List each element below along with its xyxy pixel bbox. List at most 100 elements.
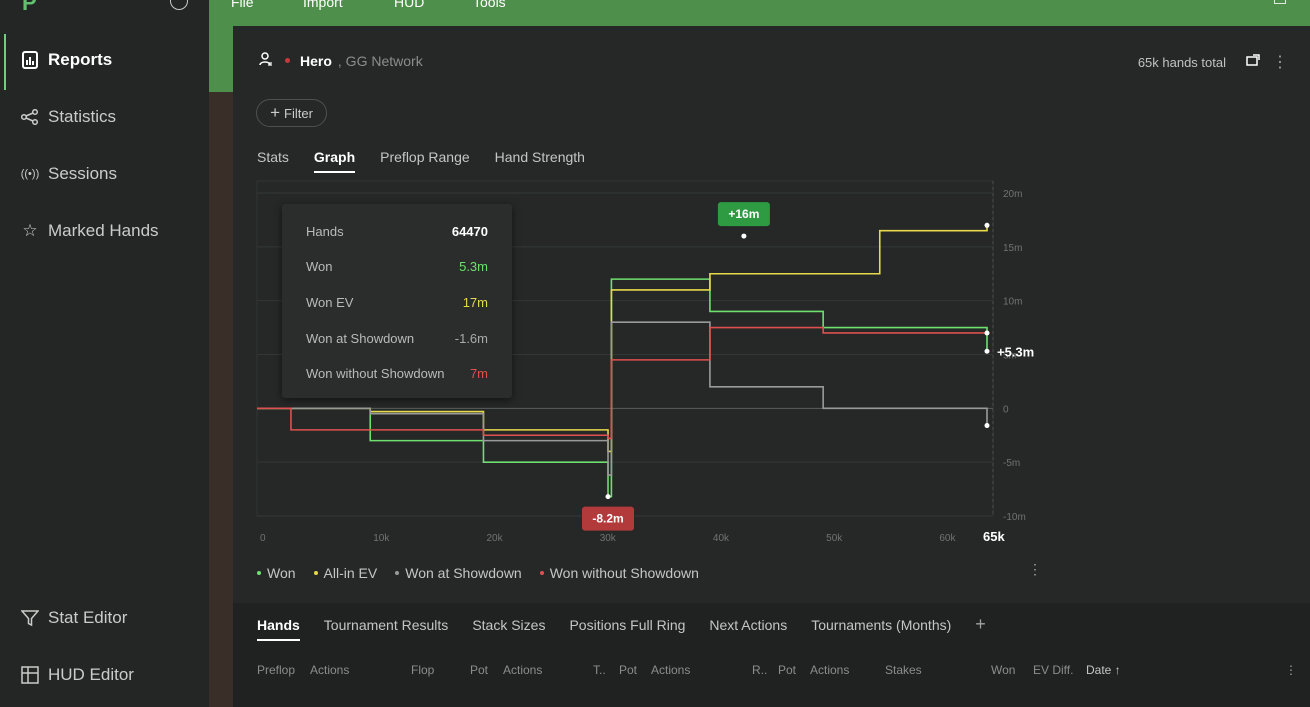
column-header[interactable]: Actions — [810, 663, 849, 677]
column-header[interactable]: Stakes — [885, 663, 922, 677]
x-tick-label: 20k — [486, 533, 503, 544]
tooltip-label: Won EV — [306, 295, 354, 310]
graph-tooltip: Hands 64470 Won 5.3m Won EV 17m Won at S… — [282, 204, 512, 398]
series-end-point — [984, 348, 990, 354]
tooltip-value: 17m — [462, 295, 488, 310]
marked-hands-icon: ☆ — [22, 221, 38, 240]
clock-icon[interactable] — [170, 0, 188, 10]
x-tick-label: 65k — [983, 529, 1005, 544]
y-tick-label: 0 — [1003, 404, 1009, 415]
report-panel: Hero, GG Network 65k hands total ⋮ + Fil… — [233, 26, 1310, 707]
legend-item-without-showdown[interactable]: Won without Showdown — [539, 565, 699, 581]
legend-item-allin-ev[interactable]: All-in EV — [313, 565, 378, 581]
hud-editor-icon — [20, 665, 40, 685]
sidebar-item-sessions[interactable]: ((•)) Sessions — [20, 164, 117, 184]
table-options-icon[interactable]: ⋮ — [1285, 663, 1297, 677]
x-tick-label: 40k — [713, 533, 730, 544]
legend-item-won[interactable]: Won — [257, 565, 296, 581]
sidebar-item-stat-editor[interactable]: Stat Editor — [20, 608, 127, 628]
tooltip-value: 7m — [469, 366, 488, 381]
tab-stack-sizes[interactable]: Stack Sizes — [472, 617, 545, 641]
y-tick-label: -5m — [1003, 458, 1020, 469]
tab-positions-full-ring[interactable]: Positions Full Ring — [569, 617, 685, 641]
menu-bar: File Import HUD Tools — [209, 0, 1310, 26]
tooltip-label: Won at Showdown — [306, 331, 415, 346]
sessions-icon: ((•)) — [20, 168, 40, 180]
tooltip-row-showdown: Won at Showdown -1.6m — [306, 331, 488, 346]
column-header[interactable]: Pot — [470, 663, 488, 677]
tab-tournaments-months[interactable]: Tournaments (Months) — [811, 617, 951, 641]
y-tick-label: 10m — [1003, 297, 1022, 308]
tooltip-value: -1.6m — [454, 331, 488, 346]
x-tick-label: 30k — [600, 533, 617, 544]
column-header[interactable]: Actions — [651, 663, 690, 677]
sidebar-item-label: HUD Editor — [48, 665, 134, 684]
column-header[interactable]: Pot — [619, 663, 637, 677]
hands-table-header: Preflop Actions Flop Pot Actions T.. Pot… — [257, 663, 1297, 679]
annotation-point — [741, 233, 747, 239]
y-tick-label: 15m — [1003, 243, 1022, 254]
statistics-icon — [20, 107, 40, 127]
x-tick-label: 60k — [939, 533, 956, 544]
annotation-label: -8.2m — [592, 512, 623, 526]
column-header[interactable]: Pot — [778, 663, 796, 677]
report-icon — [20, 50, 40, 70]
sidebar-item-statistics[interactable]: Statistics — [20, 107, 116, 127]
active-indicator — [4, 34, 6, 90]
column-header[interactable]: Won — [991, 663, 1015, 677]
tooltip-row-hands: Hands 64470 — [306, 224, 488, 239]
y-tick-label: -10m — [1003, 512, 1026, 523]
menu-file[interactable]: File — [231, 0, 254, 10]
sidebar-item-label: Sessions — [48, 164, 117, 183]
maximize-icon[interactable] — [1274, 0, 1286, 4]
y-tick-label: 20m — [1003, 189, 1022, 200]
tooltip-label: Hands — [306, 224, 344, 239]
menu-tools[interactable]: Tools — [473, 0, 506, 10]
x-tick-label: 0 — [260, 533, 266, 544]
add-tab-icon[interactable]: + — [975, 614, 986, 641]
legend-label: All-in EV — [323, 565, 378, 581]
series-end-point — [984, 423, 990, 429]
sidebar-item-hud-editor[interactable]: HUD Editor — [20, 665, 134, 685]
column-header[interactable]: R.. — [752, 663, 767, 677]
sidebar-item-label: Reports — [48, 50, 113, 69]
legend-label: Won — [267, 565, 296, 581]
column-header-sorted[interactable]: Date ↑ — [1086, 663, 1121, 677]
background-strip — [209, 92, 233, 707]
column-header[interactable]: Flop — [411, 663, 434, 677]
menu-hud[interactable]: HUD — [394, 0, 424, 10]
column-header[interactable]: Actions — [310, 663, 349, 677]
annotation-label: +5.3m — [997, 344, 1034, 359]
x-tick-label: 10k — [373, 533, 390, 544]
tooltip-value: 5.3m — [459, 259, 488, 274]
legend-options-icon[interactable]: ⋮ — [1028, 561, 1042, 578]
annotation-label: +16m — [728, 207, 759, 221]
tab-hands[interactable]: Hands — [257, 617, 300, 641]
legend-item-showdown[interactable]: Won at Showdown — [395, 565, 522, 581]
tooltip-value: 64470 — [451, 224, 488, 239]
sidebar-item-label: Statistics — [48, 107, 117, 126]
series-end-point — [984, 222, 990, 228]
tooltip-row-won: Won 5.3m — [306, 259, 488, 274]
app-logo: P — [22, 0, 37, 15]
legend-label: Won without Showdown — [549, 565, 699, 581]
sidebar-item-reports[interactable]: Reports — [20, 50, 112, 70]
tab-next-actions[interactable]: Next Actions — [709, 617, 787, 641]
annotation-point — [605, 494, 611, 500]
column-header[interactable]: Preflop — [257, 663, 295, 677]
menu-import[interactable]: Import — [303, 0, 343, 10]
tooltip-label: Won — [306, 259, 333, 274]
column-header[interactable]: T.. — [593, 663, 606, 677]
column-header[interactable]: Actions — [503, 663, 542, 677]
filter-funnel-icon — [20, 608, 40, 628]
sidebar-item-label: Stat Editor — [48, 608, 128, 627]
tooltip-row-won-ev: Won EV 17m — [306, 295, 488, 310]
series-end-point — [984, 330, 990, 336]
app-window: P Reports Statistics ((•)) Sessions ☆ Ma… — [0, 0, 1310, 707]
bottom-section: Hands Tournament Results Stack Sizes Pos… — [233, 603, 1310, 707]
sidebar-item-marked-hands[interactable]: ☆ Marked Hands — [20, 221, 159, 241]
sidebar-item-label: Marked Hands — [48, 221, 159, 240]
bottom-tabs: Hands Tournament Results Stack Sizes Pos… — [257, 614, 986, 641]
column-header[interactable]: EV Diff. — [1033, 663, 1073, 677]
tab-tournament-results[interactable]: Tournament Results — [324, 617, 449, 641]
